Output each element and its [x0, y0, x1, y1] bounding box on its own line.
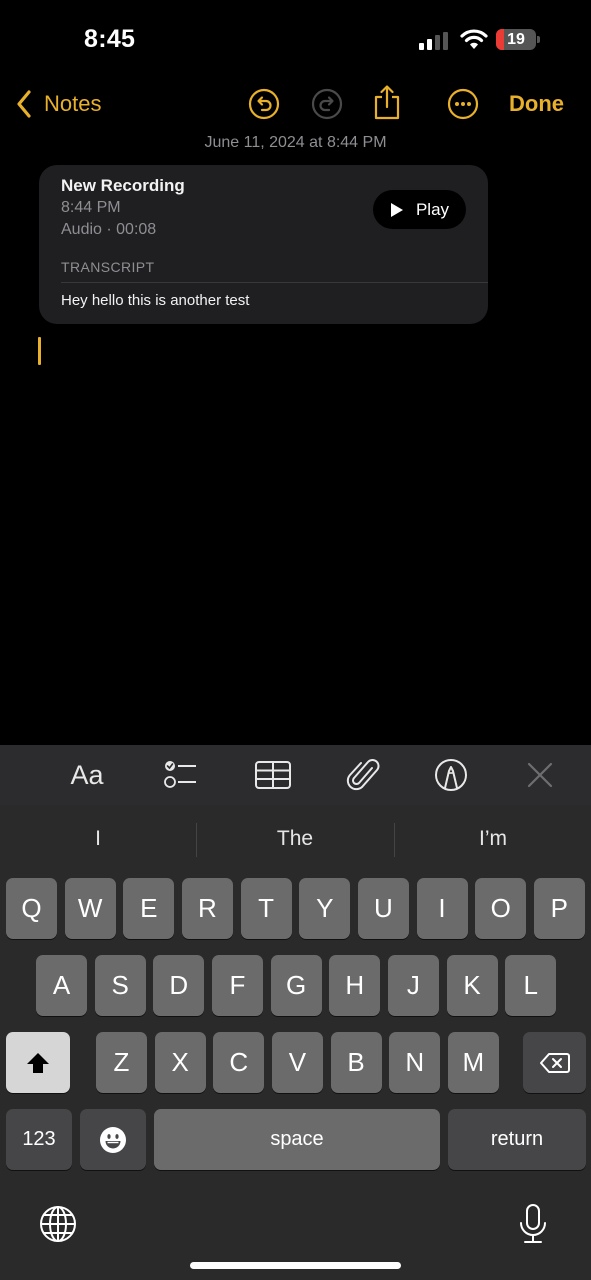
audio-recording-card[interactable]: New Recording 8:44 PM Audio · 00:08 Play…: [39, 165, 488, 324]
key-x[interactable]: X: [154, 1032, 206, 1093]
suggestion-3[interactable]: I’m: [395, 821, 591, 857]
checklist-icon[interactable]: [162, 757, 198, 793]
battery-percent-label: 19: [507, 31, 525, 48]
suggestion-2[interactable]: The: [197, 821, 393, 857]
table-icon[interactable]: [254, 757, 292, 793]
status-bar: 8:45 19: [0, 0, 591, 70]
nav-bar: Notes Done: [0, 82, 591, 126]
done-button[interactable]: Done: [509, 91, 564, 117]
key-v[interactable]: V: [271, 1032, 323, 1093]
key-c[interactable]: C: [213, 1032, 265, 1093]
play-icon: [390, 202, 403, 217]
microphone-icon[interactable]: [518, 1203, 548, 1245]
format-toolbar: Aa: [0, 745, 591, 805]
key-t[interactable]: T: [240, 878, 292, 939]
back-button-label: Notes: [44, 91, 102, 116]
key-a[interactable]: A: [36, 955, 87, 1016]
transcript-text: Hey hello this is another test: [61, 292, 250, 309]
key-s[interactable]: S: [94, 955, 146, 1016]
wifi-icon: [460, 29, 488, 49]
key-h[interactable]: H: [329, 955, 381, 1016]
recording-meta: Audio · 00:08: [61, 221, 157, 238]
key-j[interactable]: J: [387, 955, 439, 1016]
key-f[interactable]: F: [211, 955, 263, 1016]
transcript-heading: TRANSCRIPT: [61, 259, 155, 275]
backspace-icon: [539, 1052, 570, 1073]
play-button-label: Play: [415, 199, 450, 219]
back-button[interactable]: Notes: [16, 90, 101, 118]
card-divider: [61, 282, 488, 283]
shift-icon: [27, 1052, 49, 1073]
cellular-signal-icon: [419, 32, 448, 50]
more-icon[interactable]: [447, 88, 479, 120]
key-w[interactable]: W: [64, 878, 116, 939]
play-button[interactable]: Play: [373, 190, 466, 229]
text-style-button[interactable]: Aa: [66, 757, 108, 793]
attachment-icon[interactable]: [345, 757, 381, 793]
delete-key[interactable]: [523, 1032, 586, 1093]
battery-indicator: 19: [496, 29, 540, 50]
key-y[interactable]: Y: [299, 878, 351, 939]
share-icon[interactable]: [371, 84, 403, 120]
key-m[interactable]: M: [447, 1032, 499, 1093]
suggestion-1[interactable]: I: [0, 821, 196, 857]
key-l[interactable]: L: [505, 955, 557, 1016]
key-u[interactable]: U: [357, 878, 409, 939]
key-q[interactable]: Q: [6, 878, 57, 939]
markup-icon[interactable]: [433, 757, 469, 793]
chevron-left-icon: [17, 90, 31, 118]
emoji-icon: [100, 1126, 126, 1153]
emoji-key[interactable]: [80, 1109, 146, 1170]
predictive-text-bar: I The I’m: [0, 805, 591, 873]
redo-icon[interactable]: [311, 88, 343, 120]
status-time: 8:45: [84, 25, 136, 53]
recording-title: New Recording: [61, 176, 185, 195]
close-icon[interactable]: [524, 757, 556, 793]
key-r[interactable]: R: [181, 878, 233, 939]
key-e[interactable]: E: [123, 878, 175, 939]
return-key[interactable]: return: [448, 1109, 586, 1170]
recording-time: 8:44 PM: [61, 199, 121, 216]
home-indicator[interactable]: [190, 1262, 401, 1269]
key-z[interactable]: Z: [96, 1032, 147, 1093]
shift-key[interactable]: [6, 1032, 70, 1093]
note-date: June 11, 2024 at 8:44 PM: [204, 134, 387, 151]
battery-body: 19: [496, 29, 536, 50]
key-b[interactable]: B: [330, 1032, 382, 1093]
globe-icon[interactable]: [39, 1205, 77, 1243]
key-g[interactable]: G: [270, 955, 322, 1016]
key-i[interactable]: I: [416, 878, 468, 939]
text-cursor: [38, 337, 41, 365]
key-n[interactable]: N: [389, 1032, 441, 1093]
numbers-key[interactable]: 123: [6, 1109, 72, 1170]
undo-icon[interactable]: [248, 88, 280, 120]
key-o[interactable]: O: [475, 878, 527, 939]
key-p[interactable]: P: [533, 878, 585, 939]
key-k[interactable]: K: [446, 955, 498, 1016]
key-d[interactable]: D: [153, 955, 205, 1016]
space-key[interactable]: space: [154, 1109, 440, 1170]
battery-cap: [537, 36, 540, 43]
